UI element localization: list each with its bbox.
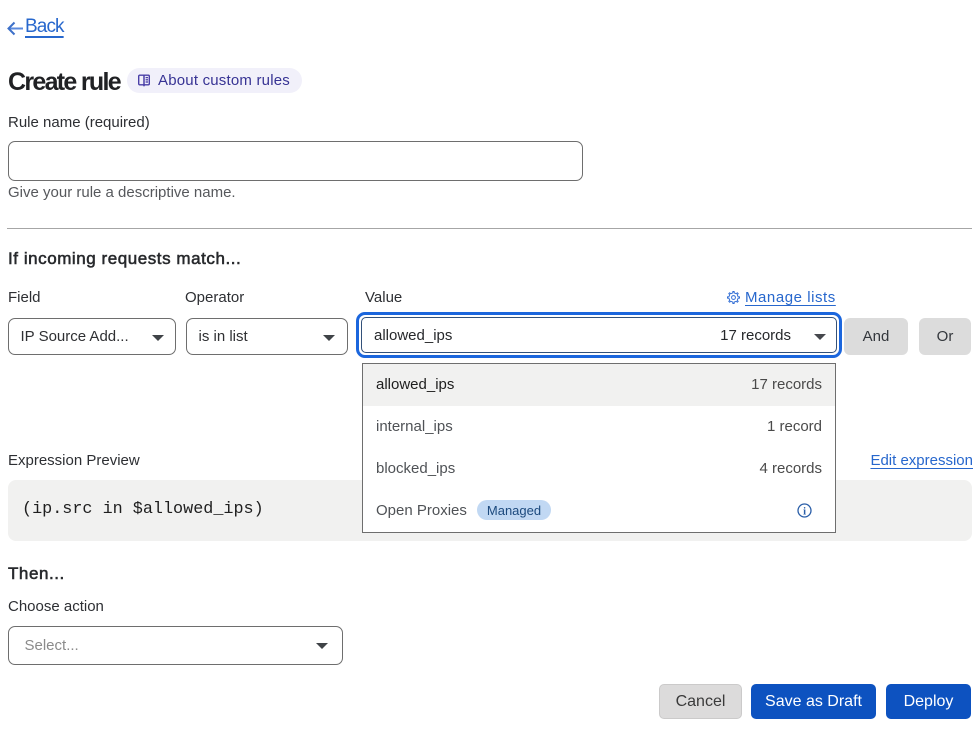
svg-text:i: i (803, 506, 806, 517)
